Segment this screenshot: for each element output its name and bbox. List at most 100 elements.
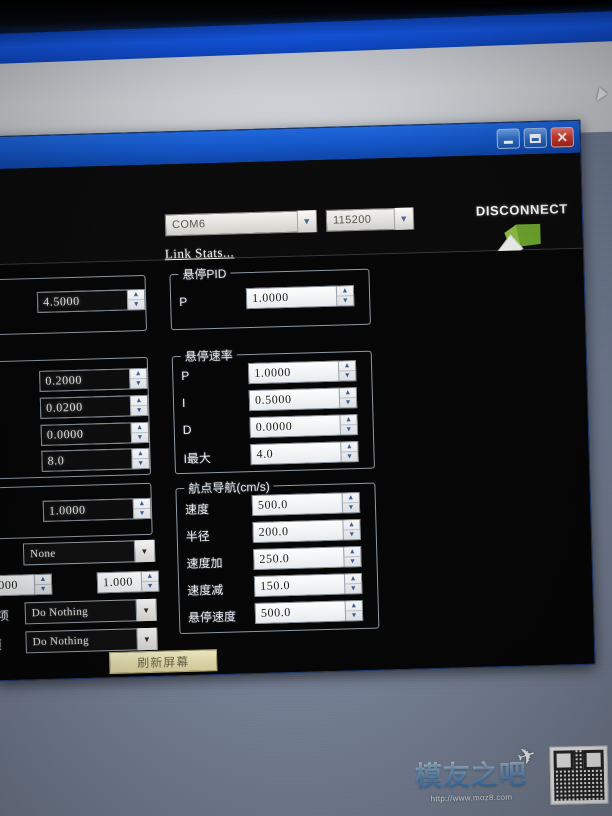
- spinner-buttons[interactable]: ▲ ▼: [130, 422, 149, 443]
- hover-pid-title: 悬停PID: [178, 264, 231, 284]
- left-rate-i-spinner[interactable]: 0.0200 ▲ ▼: [39, 394, 149, 419]
- spinner-buttons[interactable]: ▲ ▼: [132, 498, 151, 519]
- hover-pid-p-spinner[interactable]: 1.0000 ▲ ▼: [245, 285, 355, 310]
- hover-rate-i-spinner[interactable]: 0.5000 ▲ ▼: [248, 387, 358, 412]
- spinner-down-icon[interactable]: ▼: [128, 300, 144, 309]
- spinner-down-icon[interactable]: ▼: [345, 584, 361, 593]
- left-rate-imax-spinner[interactable]: 8.0 ▲ ▼: [41, 447, 150, 472]
- spinner-buttons[interactable]: ▲ ▼: [126, 289, 145, 310]
- chevron-down-icon[interactable]: ▼: [296, 210, 317, 233]
- waypoint-decel-spinner[interactable]: 150.0 ▲ ▼: [253, 573, 363, 598]
- minimize-button[interactable]: [496, 128, 521, 150]
- spinner-down-icon[interactable]: ▼: [130, 379, 146, 388]
- spinner-buttons[interactable]: ▲ ▼: [338, 388, 357, 408]
- spinner-down-icon[interactable]: ▼: [337, 296, 353, 305]
- left-rate-d-spinner[interactable]: 0.0000 ▲ ▼: [40, 421, 150, 446]
- watermark-url: http://www.moz8.com: [430, 792, 513, 803]
- spinner-down-icon[interactable]: ▼: [343, 503, 359, 512]
- spinner-up-icon[interactable]: ▲: [345, 601, 362, 612]
- spinner-buttons[interactable]: ▲ ▼: [129, 395, 148, 416]
- spinner-up-icon[interactable]: ▲: [34, 574, 52, 586]
- spinner-down-icon[interactable]: ▼: [132, 433, 148, 442]
- hover-rate-d-spinner[interactable]: 0.0000 ▲ ▼: [249, 414, 358, 439]
- waypoint-loiter-speed-label: 悬停速度: [187, 609, 237, 625]
- chevron-down-icon[interactable]: ▼: [393, 207, 414, 230]
- hover-rate-imax-spinner[interactable]: 4.0 ▲ ▼: [250, 441, 359, 466]
- left-option-3-dropdown[interactable]: Do Nothing ▼: [25, 627, 158, 654]
- spinner-down-icon[interactable]: ▼: [134, 509, 150, 518]
- spinner-down-icon[interactable]: ▼: [346, 611, 362, 620]
- spinner-down-icon[interactable]: ▼: [142, 582, 158, 591]
- spinner-up-icon[interactable]: ▲: [338, 361, 356, 372]
- left-throttle-spinner[interactable]: 1.0000 ▲ ▼: [42, 497, 152, 522]
- left-range-max-spinner[interactable]: 1.000 ▲ ▼: [96, 570, 160, 594]
- spinner-buttons[interactable]: ▲ ▼: [343, 574, 362, 594]
- spinner-up-icon[interactable]: ▲: [133, 498, 150, 510]
- spinner-buttons[interactable]: ▲ ▼: [343, 547, 361, 567]
- left-option-3-value: Do Nothing: [32, 634, 90, 649]
- spinner-up-icon[interactable]: ▲: [339, 388, 356, 399]
- spinner-down-icon[interactable]: ▼: [339, 371, 355, 380]
- maximize-button[interactable]: [523, 127, 548, 149]
- spinner-buttons[interactable]: ▲ ▼: [341, 493, 360, 513]
- spinner-up-icon[interactable]: ▲: [130, 368, 147, 380]
- spinner-up-icon[interactable]: ▲: [343, 520, 360, 531]
- spinner-up-icon[interactable]: ▲: [336, 286, 354, 297]
- disconnect-label[interactable]: DISCONNECT: [476, 201, 568, 219]
- spinner-up-icon[interactable]: ▲: [132, 448, 149, 460]
- qr-code-icon: [549, 745, 609, 805]
- waypoint-radius-spinner[interactable]: 200.0 ▲ ▼: [252, 519, 361, 544]
- waypoint-loiter-speed-spinner[interactable]: 500.0 ▲ ▼: [254, 599, 364, 625]
- left-rate-p-spinner[interactable]: 0.2000 ▲ ▼: [39, 367, 148, 392]
- refresh-screen-button[interactable]: 刷新屏幕: [108, 649, 218, 675]
- spinner-buttons[interactable]: ▲ ▼: [339, 415, 357, 435]
- spinner-up-icon[interactable]: ▲: [130, 395, 148, 407]
- spinner-down-icon[interactable]: ▼: [344, 530, 360, 539]
- spinner-up-icon[interactable]: ▲: [340, 415, 357, 426]
- waypoint-speed-spinner[interactable]: 500.0 ▲ ▼: [251, 492, 361, 517]
- spinner-buttons[interactable]: ▲ ▼: [335, 286, 354, 306]
- spinner-buttons[interactable]: ▲ ▼: [344, 601, 363, 621]
- spinner-up-icon[interactable]: ▲: [141, 571, 159, 583]
- close-button[interactable]: ✕: [550, 126, 575, 148]
- baud-rate-dropdown[interactable]: 115200 ▼: [325, 207, 415, 232]
- spinner-buttons[interactable]: ▲ ▼: [340, 442, 358, 462]
- left-range-min-spinner[interactable]: 0.000 ▲ ▼: [0, 573, 53, 597]
- spinner-up-icon[interactable]: ▲: [131, 422, 148, 434]
- chevron-down-icon[interactable]: ▼: [135, 598, 157, 622]
- waypoint-nav-group: 航点导航(cm/s) 速度 500.0 ▲ ▼ 半径 200.0 ▲ ▼ 速度加…: [175, 477, 380, 635]
- left-group-throttle: 摇摆 1.0000 ▲ ▼: [0, 482, 153, 541]
- spinner-down-icon[interactable]: ▼: [341, 452, 357, 461]
- left-option-1-dropdown[interactable]: None ▼: [22, 539, 156, 566]
- spinner-up-icon[interactable]: ▲: [127, 289, 145, 301]
- spinner-down-icon[interactable]: ▼: [133, 459, 149, 468]
- spinner-buttons[interactable]: ▲ ▼: [33, 574, 52, 595]
- spinner-buttons[interactable]: ▲ ▼: [131, 448, 149, 469]
- spinner-up-icon[interactable]: ▲: [344, 547, 361, 558]
- waypoint-accel-spinner[interactable]: 250.0 ▲ ▼: [253, 546, 362, 571]
- waypoint-loiter-speed-value: 500.0: [255, 601, 346, 623]
- chevron-down-icon[interactable]: ▼: [133, 539, 155, 563]
- spinner-down-icon[interactable]: ▼: [344, 557, 360, 566]
- spinner-buttons[interactable]: ▲ ▼: [342, 520, 360, 540]
- left-throttle-value: 1.0000: [43, 499, 134, 521]
- left-option-2-dropdown[interactable]: Do Nothing ▼: [24, 598, 158, 625]
- left-range-min-value: 0.000: [0, 575, 35, 596]
- waypoint-accel-value: 250.0: [254, 547, 344, 569]
- spinner-buttons[interactable]: ▲ ▼: [140, 571, 159, 592]
- serial-port-dropdown[interactable]: COM6 ▼: [164, 210, 318, 237]
- hover-rate-p-spinner[interactable]: 1.0000 ▲ ▼: [247, 360, 357, 385]
- waypoint-speed-value: 500.0: [252, 493, 343, 516]
- spinner-buttons[interactable]: ▲ ▼: [337, 361, 356, 381]
- spinner-up-icon[interactable]: ▲: [344, 574, 362, 585]
- spinner-up-icon[interactable]: ▲: [341, 442, 358, 453]
- chevron-down-icon[interactable]: ▼: [136, 627, 157, 651]
- waypoint-radius-value: 200.0: [253, 520, 343, 543]
- spinner-down-icon[interactable]: ▼: [341, 425, 357, 434]
- spinner-buttons[interactable]: ▲ ▼: [129, 368, 147, 389]
- spinner-down-icon[interactable]: ▼: [35, 585, 51, 594]
- spinner-up-icon[interactable]: ▲: [342, 493, 359, 504]
- spinner-down-icon[interactable]: ▼: [340, 398, 356, 407]
- left-top-value-spinner[interactable]: 4.5000 ▲ ▼: [36, 288, 146, 313]
- spinner-down-icon[interactable]: ▼: [131, 406, 147, 415]
